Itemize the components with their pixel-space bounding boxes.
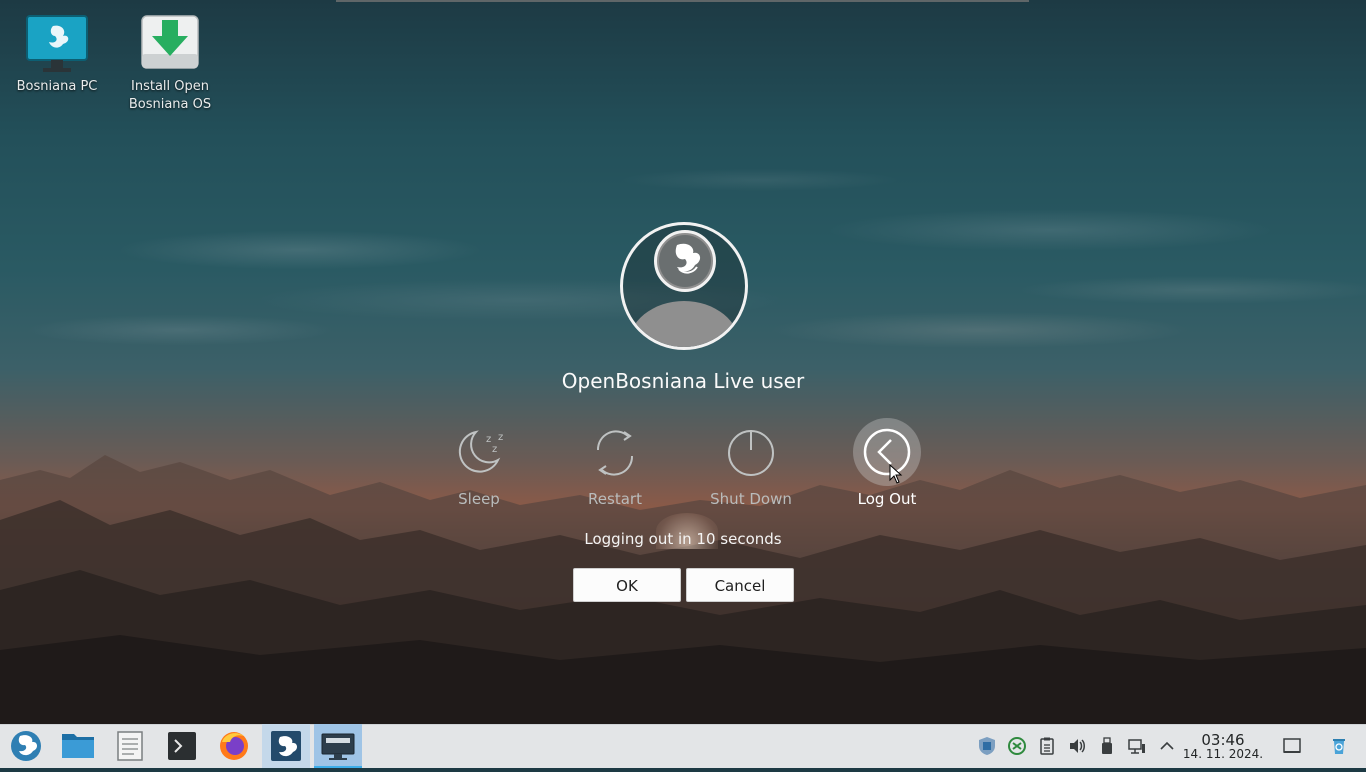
shutdown-button[interactable]: Shut Down bbox=[696, 424, 806, 508]
bosniana-bird-icon bbox=[659, 235, 711, 287]
sleep-label: Sleep bbox=[458, 490, 500, 508]
logout-countdown-text: Logging out in 10 seconds bbox=[584, 530, 782, 548]
usb-device-icon[interactable] bbox=[1097, 736, 1117, 756]
clipboard-icon[interactable] bbox=[1037, 736, 1057, 756]
username-label: OpenBosniana Live user bbox=[561, 369, 805, 393]
app-launcher-button[interactable] bbox=[2, 724, 50, 768]
bosniana-app-button[interactable] bbox=[262, 724, 310, 768]
restart-button[interactable]: Restart bbox=[560, 424, 670, 508]
text-editor-icon bbox=[117, 731, 143, 761]
firefox-icon bbox=[220, 732, 248, 760]
sleep-icon: z z z bbox=[450, 424, 508, 482]
svg-text:z: z bbox=[498, 432, 503, 443]
text-editor-button[interactable] bbox=[106, 724, 154, 768]
sleep-button[interactable]: z z z Sleep bbox=[424, 424, 534, 508]
logout-button[interactable]: Log Out bbox=[832, 418, 942, 508]
cancel-button[interactable]: Cancel bbox=[686, 568, 794, 602]
expand-tray-icon[interactable] bbox=[1157, 736, 1177, 756]
logout-screen: OpenBosniana Live user z z z Sleep Resta… bbox=[0, 0, 1366, 724]
terminal-button[interactable] bbox=[158, 724, 206, 768]
ok-button[interactable]: OK bbox=[573, 568, 681, 602]
sync-icon[interactable] bbox=[1007, 736, 1027, 756]
logout-label: Log Out bbox=[857, 490, 917, 508]
mouse-cursor-icon bbox=[889, 464, 903, 484]
user-avatar bbox=[620, 222, 748, 350]
desktop-display-button[interactable] bbox=[314, 724, 362, 768]
firefox-button[interactable] bbox=[210, 724, 258, 768]
file-manager-button[interactable] bbox=[54, 724, 102, 768]
shield-updates-icon[interactable] bbox=[977, 736, 997, 756]
app-launcher-icon bbox=[11, 731, 41, 761]
svg-text:z: z bbox=[492, 444, 497, 455]
terminal-icon bbox=[168, 732, 196, 760]
shutdown-icon bbox=[722, 424, 780, 482]
bosniana-app-icon bbox=[271, 731, 301, 761]
logout-icon bbox=[853, 418, 921, 486]
restart-label: Restart bbox=[588, 490, 642, 508]
file-manager-icon bbox=[62, 734, 94, 758]
restart-icon bbox=[586, 424, 644, 482]
trash-icon[interactable] bbox=[1329, 736, 1349, 756]
clock-date[interactable]: 14. 11. 2024. bbox=[1181, 747, 1265, 761]
svg-text:z: z bbox=[486, 434, 491, 445]
show-desktop-icon[interactable] bbox=[1282, 736, 1302, 756]
volume-icon[interactable] bbox=[1067, 736, 1087, 756]
desktop-display-icon bbox=[321, 733, 355, 760]
shutdown-label: Shut Down bbox=[710, 490, 792, 508]
network-icon[interactable] bbox=[1127, 736, 1147, 756]
